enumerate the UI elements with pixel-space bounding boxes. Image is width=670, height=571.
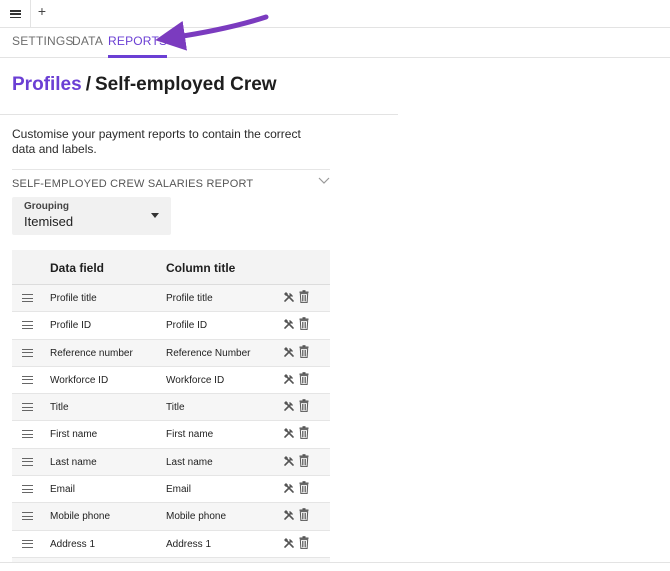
- tools-icon[interactable]: [283, 291, 295, 303]
- divider: [0, 114, 398, 115]
- trash-icon[interactable]: [299, 372, 309, 385]
- page-bottom-edge: [0, 562, 670, 571]
- tools-icon[interactable]: [283, 455, 295, 467]
- column-title-cell[interactable]: Reference Number: [166, 348, 250, 359]
- grouping-select[interactable]: Grouping Itemised: [12, 197, 171, 235]
- breadcrumb-separator: /: [85, 74, 91, 95]
- tools-icon[interactable]: [283, 537, 295, 549]
- trash-icon[interactable]: [299, 399, 309, 413]
- tab-data[interactable]: DATA: [72, 34, 103, 57]
- add-tab-button[interactable]: +: [36, 3, 48, 19]
- drag-handle-icon[interactable]: [22, 403, 33, 412]
- drag-handle-icon[interactable]: [22, 375, 33, 384]
- top-toolbar: +: [0, 0, 670, 28]
- trash-icon[interactable]: [299, 290, 309, 303]
- drag-handle-icon[interactable]: [22, 485, 33, 494]
- menu-button[interactable]: [0, 0, 31, 28]
- breadcrumb-current: Self-employed Crew: [94, 74, 277, 95]
- column-title-cell[interactable]: First name: [166, 429, 213, 440]
- data-field-cell: Address 1: [50, 538, 96, 550]
- data-field-cell: Profile title: [50, 293, 97, 304]
- table-row: Workforce ID Workforce ID: [12, 367, 330, 395]
- table-row: Mobile phone Mobile phone: [12, 503, 330, 531]
- trash-icon[interactable]: [299, 317, 309, 331]
- tools-icon[interactable]: [283, 346, 295, 358]
- data-field-cell: First name: [50, 429, 98, 441]
- header-column-title: Column title: [166, 261, 236, 275]
- intro-text: Customise your payment reports to contai…: [12, 127, 301, 156]
- drag-handle-icon[interactable]: [22, 539, 33, 548]
- report-fields-table: Data field Column title Profile title Pro…: [12, 250, 330, 571]
- tools-icon[interactable]: [283, 400, 295, 412]
- page-title: Profiles / Self-employed Crew: [12, 74, 277, 100]
- column-title-cell[interactable]: Address 1: [166, 539, 211, 550]
- data-field-cell: Email: [50, 484, 76, 496]
- tools-icon[interactable]: [283, 427, 295, 439]
- column-title-cell[interactable]: Mobile phone: [166, 511, 226, 522]
- table-body: Profile title Profile title Profile ID Prof…: [12, 285, 330, 571]
- app-page: + SETTINGS DATA REPORTS Profiles / Self-em…: [0, 0, 670, 571]
- hamburger-icon: [9, 10, 21, 18]
- tools-icon[interactable]: [283, 482, 295, 494]
- trash-icon[interactable]: [299, 453, 309, 467]
- caret-down-icon: [151, 213, 159, 218]
- section-title[interactable]: SELF-EMPLOYED CREW SALARIES REPORT: [12, 178, 253, 190]
- grouping-value: Itemised: [24, 214, 74, 229]
- data-field-cell: Title: [50, 402, 69, 414]
- tools-icon[interactable]: [283, 373, 295, 385]
- column-title-cell[interactable]: Last name: [166, 457, 213, 468]
- table-row: Reference number Reference Number: [12, 339, 330, 367]
- divider: [12, 169, 330, 170]
- table-row: Email Email: [12, 476, 330, 504]
- table-row: First name First name: [12, 421, 330, 449]
- grouping-label: Grouping: [24, 201, 69, 212]
- drag-handle-icon[interactable]: [22, 430, 33, 439]
- column-title-cell[interactable]: Title: [166, 402, 185, 413]
- trash-icon[interactable]: [299, 344, 309, 358]
- table-row: Title Title: [12, 394, 330, 422]
- data-field-cell: Reference number: [50, 347, 133, 359]
- tools-icon[interactable]: [283, 509, 295, 521]
- table-row: Last name Last name: [12, 448, 330, 477]
- trash-icon[interactable]: [299, 535, 309, 549]
- header-data-field: Data field: [50, 261, 105, 275]
- column-title-cell[interactable]: Email: [166, 484, 191, 495]
- trash-icon[interactable]: [299, 426, 309, 440]
- tab-bar: SETTINGS DATA REPORTS: [0, 29, 670, 58]
- drag-handle-icon[interactable]: [22, 294, 33, 302]
- breadcrumb-profiles-link[interactable]: Profiles: [12, 74, 82, 95]
- table-header: Data field Column title: [12, 250, 330, 285]
- chevron-down-icon[interactable]: [318, 177, 330, 185]
- tab-settings[interactable]: SETTINGS: [12, 34, 74, 57]
- table-row: Address 1 Address 1: [12, 531, 330, 558]
- tab-reports[interactable]: REPORTS: [108, 34, 168, 58]
- data-field-cell: Workforce ID: [50, 374, 109, 386]
- column-title-cell[interactable]: Workforce ID: [166, 375, 224, 386]
- column-title-cell[interactable]: Profile ID: [166, 320, 207, 331]
- drag-handle-icon[interactable]: [22, 348, 33, 357]
- trash-icon[interactable]: [299, 508, 309, 522]
- data-field-cell: Last name: [50, 456, 97, 468]
- drag-handle-icon[interactable]: [22, 457, 33, 466]
- table-row: Profile ID Profile ID: [12, 312, 330, 340]
- tools-icon[interactable]: [283, 318, 295, 330]
- data-field-cell: Profile ID: [50, 320, 92, 332]
- data-field-cell: Mobile phone: [50, 511, 111, 523]
- drag-handle-icon[interactable]: [22, 321, 33, 330]
- table-row: Profile title Profile title: [12, 285, 330, 313]
- trash-icon[interactable]: [299, 481, 309, 495]
- drag-handle-icon[interactable]: [22, 512, 33, 521]
- column-title-cell[interactable]: Profile title: [166, 293, 213, 304]
